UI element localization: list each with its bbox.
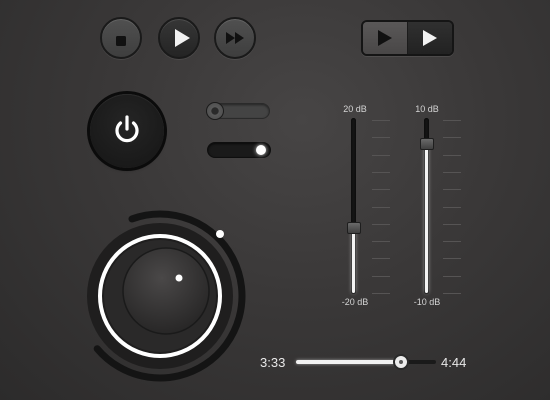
slider-scale-2 (443, 120, 461, 294)
slider-tick (372, 241, 390, 242)
knob-indicator-dot (175, 274, 183, 282)
slider-tick (443, 155, 461, 156)
volume-knob[interactable] (85, 200, 255, 390)
progress-track[interactable] (296, 354, 436, 370)
knob-level-marker (216, 230, 224, 238)
progress-thumb[interactable] (393, 354, 409, 370)
elapsed-time: 3:33 (260, 355, 286, 370)
slider-tick (372, 155, 390, 156)
slider-min-label: -10 dB (413, 297, 441, 307)
slider-tick (372, 172, 390, 173)
eq-slider-thumb-1[interactable] (347, 222, 361, 234)
eq-slider-fill-1 (352, 228, 355, 293)
eq-slider-fill-2 (425, 145, 428, 293)
toggle-knob (256, 145, 266, 155)
play-icon (173, 28, 191, 53)
play-icon (377, 30, 393, 51)
slider-max-label: 10 dB (415, 104, 439, 114)
knob-cap (122, 247, 210, 335)
slider-tick (372, 207, 390, 208)
slider-tick (443, 241, 461, 242)
power-icon (112, 115, 142, 152)
stop-button[interactable] (100, 17, 142, 59)
slider-tick (443, 276, 461, 277)
play-icon (422, 30, 438, 51)
total-time: 4:44 (441, 355, 467, 370)
power-button[interactable] (90, 94, 164, 168)
play-button[interactable] (158, 17, 200, 59)
slider-tick (443, 137, 461, 138)
slider-tick (443, 172, 461, 173)
slider-tick (443, 293, 461, 294)
slider-tick (372, 258, 390, 259)
progress-fill (296, 360, 401, 364)
slider-max-label: 20 dB (343, 104, 367, 114)
slider-tick (372, 293, 390, 294)
fast-forward-button[interactable] (214, 17, 256, 59)
toggle-knob (206, 102, 224, 120)
segmented-play-control (361, 20, 454, 56)
slider-tick (372, 224, 390, 225)
stop-icon (116, 33, 126, 51)
toggle-switch-on[interactable] (207, 142, 271, 158)
slider-tick (372, 137, 390, 138)
slider-scale-1 (372, 120, 390, 294)
fast-forward-icon (225, 31, 247, 50)
slider-min-label: -20 dB (341, 297, 369, 307)
eq-slider-track-1[interactable] (351, 118, 356, 294)
eq-slider-thumb-2[interactable] (420, 138, 434, 150)
slider-tick (372, 189, 390, 190)
slider-tick (443, 189, 461, 190)
slider-tick (443, 207, 461, 208)
segment-play-right-button[interactable] (408, 22, 452, 54)
slider-tick (372, 276, 390, 277)
segment-play-left-button[interactable] (363, 22, 408, 54)
slider-tick (443, 224, 461, 225)
slider-tick (372, 120, 390, 121)
toggle-switch-off[interactable] (206, 102, 270, 120)
slider-tick (443, 120, 461, 121)
slider-tick (443, 258, 461, 259)
